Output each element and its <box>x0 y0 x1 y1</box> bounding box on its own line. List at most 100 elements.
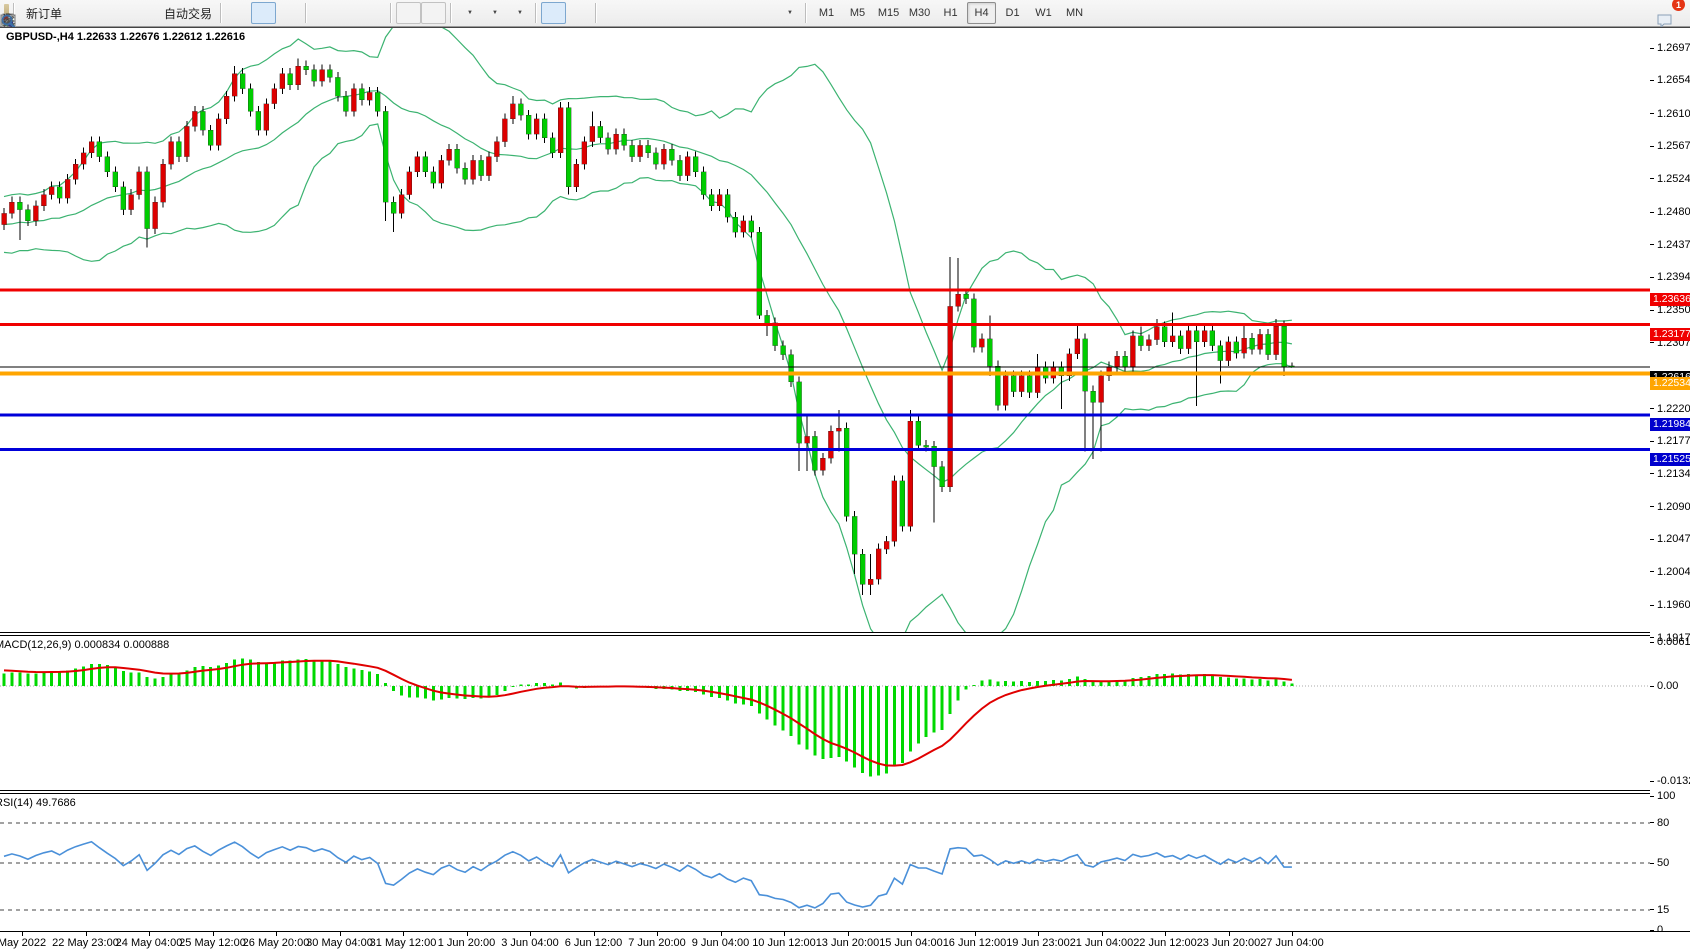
price-level-label: 1.21525 <box>1650 453 1690 466</box>
toolbar-right: 1 <box>1624 2 1686 24</box>
toolbar-separator <box>450 3 452 23</box>
time-tick <box>1292 932 1293 936</box>
price-tick-label: 1.21770 <box>1657 435 1690 447</box>
time-tick <box>721 932 722 936</box>
axis-tick <box>1650 539 1654 540</box>
crosshair-button[interactable] <box>566 2 591 24</box>
axis-tick <box>1650 310 1654 311</box>
toolbar-separator <box>535 3 537 23</box>
time-tick <box>784 932 785 936</box>
search-button[interactable] <box>1624 2 1649 24</box>
trendline-button[interactable] <box>651 2 676 24</box>
chevron-down-icon: ▼ <box>492 10 498 16</box>
timeframe-button-h1[interactable]: H1 <box>936 2 965 24</box>
autotrading-button[interactable]: 自动交易 <box>157 2 216 24</box>
time-tick <box>403 932 404 936</box>
arrows-button[interactable]: ▼ <box>776 2 801 24</box>
price-level-label: 1.21984 <box>1650 418 1690 431</box>
auto-scroll-button[interactable] <box>396 2 421 24</box>
profile-button[interactable] <box>99 2 124 24</box>
periods-button[interactable]: ▼ <box>481 2 506 24</box>
tile-windows-button[interactable] <box>361 2 386 24</box>
vertical-line-button[interactable] <box>601 2 626 24</box>
price-tick-label: 1.19600 <box>1657 599 1690 611</box>
timeframe-button-mn[interactable]: MN <box>1060 2 1089 24</box>
axis-tick <box>1650 178 1654 179</box>
price-level-label: 1.23177 <box>1650 328 1690 341</box>
timeframe-button-m15[interactable]: M15 <box>874 2 903 24</box>
time-axis[interactable]: May 202222 May 23:0024 May 04:0025 May 1… <box>0 931 1690 950</box>
axis-tick <box>1650 408 1654 409</box>
timeframe-group: M1M5M15M30H1H4D1W1MN <box>811 2 1090 24</box>
time-tick-label: 27 Jun 04:00 <box>1247 937 1337 949</box>
templates-button[interactable]: ▼ <box>506 2 531 24</box>
timeframe-button-d1[interactable]: D1 <box>998 2 1027 24</box>
price-level-label: 1.22534 <box>1650 377 1690 390</box>
price-axis[interactable]: 1.269701.265401.261001.256701.252401.248… <box>1650 28 1690 931</box>
panel-separator[interactable] <box>0 632 1690 633</box>
price-tick-label: 1.26100 <box>1657 108 1690 120</box>
timeframe-button-w1[interactable]: W1 <box>1029 2 1058 24</box>
zoom-out-button[interactable] <box>336 2 361 24</box>
zoom-in-button[interactable] <box>311 2 336 24</box>
text-label-button[interactable]: T <box>751 2 776 24</box>
macd-panel[interactable] <box>0 637 1650 790</box>
time-tick <box>340 932 341 936</box>
timeframe-button-h4[interactable]: H4 <box>967 2 996 24</box>
indicators-button[interactable]: ▼ <box>456 2 481 24</box>
time-tick <box>1165 932 1166 936</box>
price-tick-label: 1.23940 <box>1657 271 1690 283</box>
toolbar: 新订单 自动交易 <box>0 0 1690 27</box>
price-tick-label: 1.25240 <box>1657 173 1690 185</box>
axis-tick <box>1650 244 1654 245</box>
price-tick-label: 1.24800 <box>1657 206 1690 218</box>
rsi-panel[interactable] <box>0 794 1650 930</box>
price-tick-label: 1.24370 <box>1657 239 1690 251</box>
rsi-axis-label: 80 <box>1657 817 1669 829</box>
time-tick <box>911 932 912 936</box>
time-tick <box>975 932 976 936</box>
axis-tick <box>1650 686 1654 687</box>
axis-tick <box>1650 781 1654 782</box>
text-button[interactable]: A <box>726 2 751 24</box>
fibonacci-button[interactable]: F <box>701 2 726 24</box>
toolbar-separator <box>305 3 307 23</box>
axis-tick <box>1650 863 1654 864</box>
toolbar-separator <box>805 3 807 23</box>
price-chart[interactable] <box>0 28 1650 632</box>
macd-axis-label: 0.006114 <box>1657 636 1690 648</box>
chevron-down-icon: ▼ <box>787 10 793 16</box>
notifications-button[interactable]: 1 <box>1655 2 1680 24</box>
rsi-axis-label: 100 <box>1657 790 1675 802</box>
horizontal-line-button[interactable] <box>626 2 651 24</box>
timeframe-button-m5[interactable]: M5 <box>843 2 872 24</box>
notification-badge: 1 <box>1672 0 1685 11</box>
signal-button[interactable] <box>128 2 153 24</box>
autotrading-label: 自动交易 <box>164 5 212 22</box>
timeframe-button-m30[interactable]: M30 <box>905 2 934 24</box>
axis-tick <box>1650 342 1654 343</box>
timeframe-button-m1[interactable]: M1 <box>812 2 841 24</box>
mt4-window: 新订单 自动交易 <box>0 0 1690 949</box>
new-order-label: 新订单 <box>26 5 62 22</box>
chart-shift-button[interactable] <box>421 2 446 24</box>
axis-tick <box>1650 571 1654 572</box>
price-tick-label: 1.20040 <box>1657 566 1690 578</box>
toolbar-separator <box>390 3 392 23</box>
candlestick-chart-button[interactable] <box>251 2 276 24</box>
axis-tick <box>1650 441 1654 442</box>
chevron-down-icon: ▼ <box>467 10 473 16</box>
market-button[interactable] <box>70 2 95 24</box>
line-chart-button[interactable] <box>276 2 301 24</box>
panel-separator[interactable] <box>0 790 1690 791</box>
axis-tick <box>1650 822 1654 823</box>
new-order-button[interactable]: 新订单 <box>19 2 66 24</box>
cursor-button[interactable] <box>541 2 566 24</box>
axis-tick <box>1650 113 1654 114</box>
bar-chart-button[interactable] <box>226 2 251 24</box>
chart-window[interactable]: GBPUSD-,H4 1.22633 1.22676 1.22612 1.226… <box>0 27 1690 949</box>
chevron-down-icon: ▼ <box>517 10 523 16</box>
equidistant-channel-button[interactable]: E <box>676 2 701 24</box>
time-tick <box>86 932 87 936</box>
macd-indicator-label: MACD(12,26,9) 0.000834 0.000888 <box>0 639 169 651</box>
